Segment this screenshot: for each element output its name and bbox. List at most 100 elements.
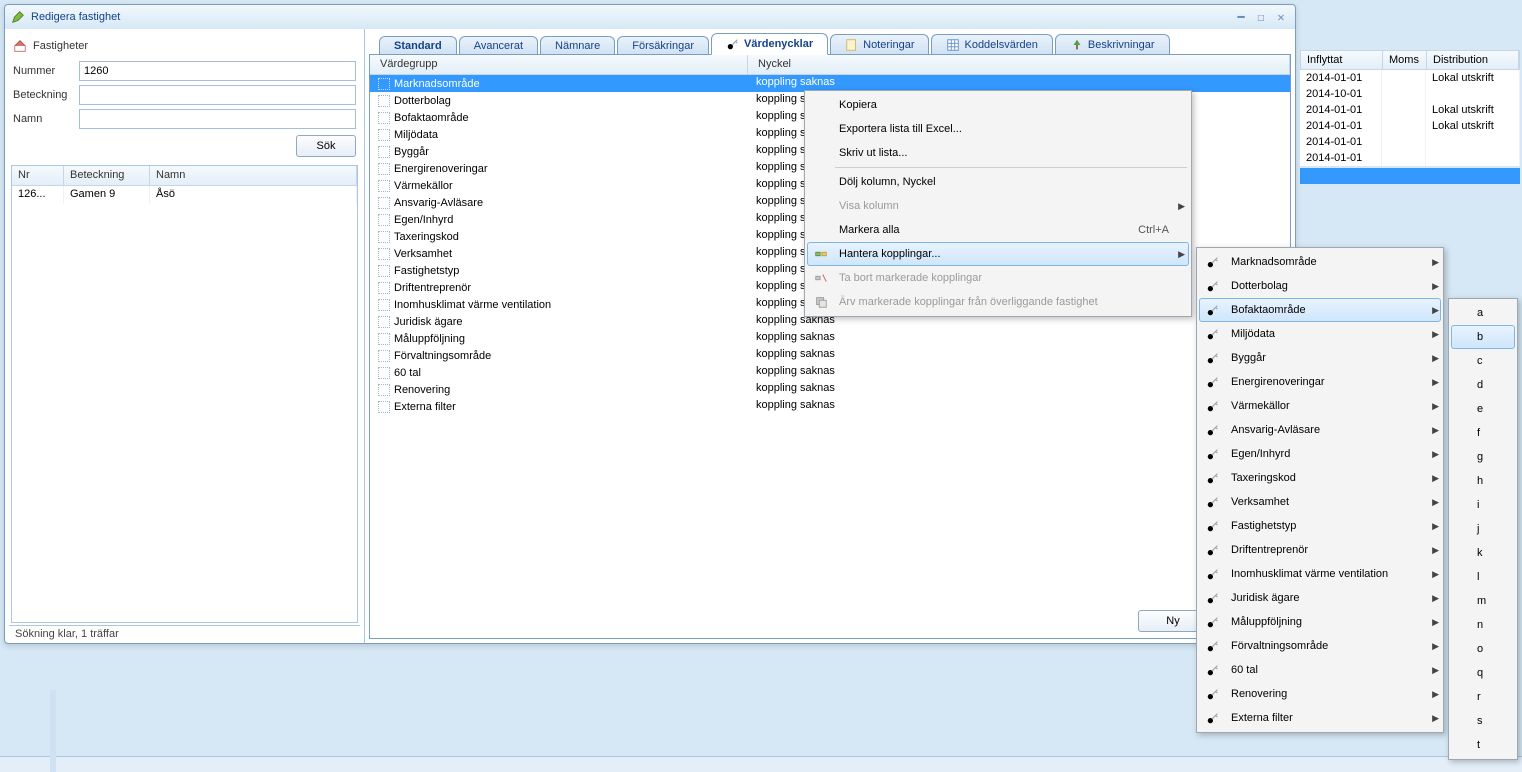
tab-beskrivningar[interactable]: Beskrivningar (1055, 34, 1170, 55)
grid-row[interactable]: Externa filterkoppling saknas (370, 398, 1290, 415)
submenu-item[interactable]: Taxeringskod▶ (1199, 466, 1441, 490)
results-grid[interactable]: Nr Beteckning Namn 126...Gamen 9Åsö (11, 165, 358, 623)
submenu2-item[interactable]: n (1451, 613, 1515, 637)
bg-row[interactable]: 2014-01-01 (1300, 134, 1520, 150)
input-beteckning[interactable] (79, 85, 356, 105)
tab-försäkringar[interactable]: Försäkringar (617, 36, 709, 55)
col-beteckning[interactable]: Beteckning (64, 166, 150, 185)
submenu2-item[interactable]: j (1451, 517, 1515, 541)
menu-item[interactable]: Dölj kolumn, Nyckel (807, 170, 1189, 194)
submenu-item[interactable]: Förvaltningsområde▶ (1199, 634, 1441, 658)
search-button[interactable]: Sök (296, 135, 356, 157)
key-icon (1206, 423, 1220, 437)
submenu-item[interactable]: Renovering▶ (1199, 682, 1441, 706)
submenu-item[interactable]: Ansvarig-Avläsare▶ (1199, 418, 1441, 442)
submenu2-item[interactable]: t (1451, 733, 1515, 757)
submenu-item[interactable]: Måluppföljning▶ (1199, 610, 1441, 634)
key-icon (1206, 399, 1220, 413)
submenu-item[interactable]: 60 tal▶ (1199, 658, 1441, 682)
submenu-item[interactable]: Egen/Inhyrd▶ (1199, 442, 1441, 466)
submenu2-item[interactable]: d (1451, 373, 1515, 397)
maximize-button[interactable]: ☐ (1253, 10, 1269, 24)
window-title: Redigera fastighet (31, 11, 120, 23)
submenu-item[interactable]: Energirenoveringar▶ (1199, 370, 1441, 394)
submenu2-item[interactable]: e (1451, 397, 1515, 421)
submenu-item[interactable]: Fastighetstyp▶ (1199, 514, 1441, 538)
bg-row[interactable]: 2014-01-01 (1300, 150, 1520, 166)
key-icon (1206, 543, 1220, 557)
submenu-item[interactable]: Inomhusklimat värme ventilation▶ (1199, 562, 1441, 586)
col-nr[interactable]: Nr (12, 166, 64, 185)
input-namn[interactable] (79, 109, 356, 129)
tab-koddelsvärden[interactable]: Koddelsvärden (931, 34, 1052, 55)
submenu2-item[interactable]: a (1451, 301, 1515, 325)
submenu2-item[interactable]: g (1451, 445, 1515, 469)
submenu-item[interactable]: Värmekällor▶ (1199, 394, 1441, 418)
key-icon (1206, 591, 1220, 605)
key-icon (1206, 687, 1220, 701)
menu-item[interactable]: Exportera lista till Excel... (807, 117, 1189, 141)
key-icon (1206, 279, 1220, 293)
result-row[interactable]: 126...Gamen 9Åsö (12, 186, 357, 204)
grid-row[interactable]: Förvaltningsområdekoppling saknas (370, 347, 1290, 364)
tab-nämnare[interactable]: Nämnare (540, 36, 615, 55)
tab-standard[interactable]: Standard (379, 36, 457, 55)
house-icon (13, 39, 27, 53)
tab-värdenycklar[interactable]: Värdenycklar (711, 33, 828, 55)
submenu2-item[interactable]: i (1451, 493, 1515, 517)
submenu-item[interactable]: Byggår▶ (1199, 346, 1441, 370)
col-vardegrupp[interactable]: Värdegrupp (370, 55, 748, 74)
col-namn[interactable]: Namn (150, 166, 357, 185)
grid-row[interactable]: 60 talkoppling saknas (370, 364, 1290, 381)
submenu-item[interactable]: Juridisk ägare▶ (1199, 586, 1441, 610)
submenu2-item[interactable]: s (1451, 709, 1515, 733)
submenu-item[interactable]: Miljödata▶ (1199, 322, 1441, 346)
submenu2-item[interactable]: f (1451, 421, 1515, 445)
submenu2-item[interactable]: k (1451, 541, 1515, 565)
bg-row[interactable]: 2014-01-01Lokal utskrift (1300, 102, 1520, 118)
submenu-item[interactable]: Externa filter▶ (1199, 706, 1441, 730)
submenu2-item[interactable]: h (1451, 469, 1515, 493)
key-icon (1206, 351, 1220, 365)
submenu-item[interactable]: Verksamhet▶ (1199, 490, 1441, 514)
submenu2-item[interactable]: r (1451, 685, 1515, 709)
tab-noteringar[interactable]: Noteringar (830, 34, 929, 55)
titlebar[interactable]: Redigera fastighet ━ ☐ ✕ (5, 5, 1295, 29)
key-icon (1206, 471, 1220, 485)
tab-avancerat[interactable]: Avancerat (459, 36, 538, 55)
key-icon (1206, 327, 1220, 341)
bg-row[interactable]: 2014-01-01Lokal utskrift (1300, 118, 1520, 134)
menu-item[interactable]: Kopiera (807, 93, 1189, 117)
bg-row[interactable]: 2014-10-01 (1300, 86, 1520, 102)
submenu-hantera-kopplingar[interactable]: Marknadsområde▶Dotterbolag▶Bofaktaområde… (1196, 247, 1444, 733)
bg-row[interactable]: 2014-01-01Lokal utskrift (1300, 70, 1520, 86)
submenu-bofaktaomrade[interactable]: abcdefghijklmnoqrst (1448, 298, 1518, 760)
submenu2-item[interactable]: b (1451, 325, 1515, 349)
grid-icon (946, 38, 960, 52)
submenu-item[interactable]: Dotterbolag▶ (1199, 274, 1441, 298)
submenu-item[interactable]: Driftentreprenör▶ (1199, 538, 1441, 562)
col-distribution[interactable]: Distribution (1427, 51, 1519, 69)
submenu2-item[interactable]: o (1451, 637, 1515, 661)
menu-item[interactable]: Hantera kopplingar...▶ (807, 242, 1189, 266)
submenu2-item[interactable]: c (1451, 349, 1515, 373)
key-icon (1206, 711, 1220, 725)
grid-row[interactable]: Renoveringkoppling saknas (370, 381, 1290, 398)
submenu-item[interactable]: Bofaktaområde▶ (1199, 298, 1441, 322)
menu-item[interactable]: Markera allaCtrl+A (807, 218, 1189, 242)
input-nummer[interactable] (79, 61, 356, 81)
submenu2-item[interactable]: q (1451, 661, 1515, 685)
menu-item[interactable]: Skriv ut lista... (807, 141, 1189, 165)
splitter[interactable] (50, 690, 56, 772)
col-moms[interactable]: Moms (1383, 51, 1427, 69)
col-inflyttat[interactable]: Inflyttat (1301, 51, 1383, 69)
submenu-item[interactable]: Marknadsområde▶ (1199, 250, 1441, 274)
grid-row[interactable]: Måluppföljningkoppling saknas (370, 330, 1290, 347)
horizontal-scrollbar[interactable] (0, 756, 1522, 772)
close-button[interactable]: ✕ (1273, 10, 1289, 24)
context-menu[interactable]: KopieraExportera lista till Excel...Skri… (804, 90, 1192, 317)
minimize-button[interactable]: ━ (1233, 10, 1249, 24)
submenu2-item[interactable]: m (1451, 589, 1515, 613)
col-nyckel[interactable]: Nyckel (748, 55, 1290, 74)
submenu2-item[interactable]: l (1451, 565, 1515, 589)
